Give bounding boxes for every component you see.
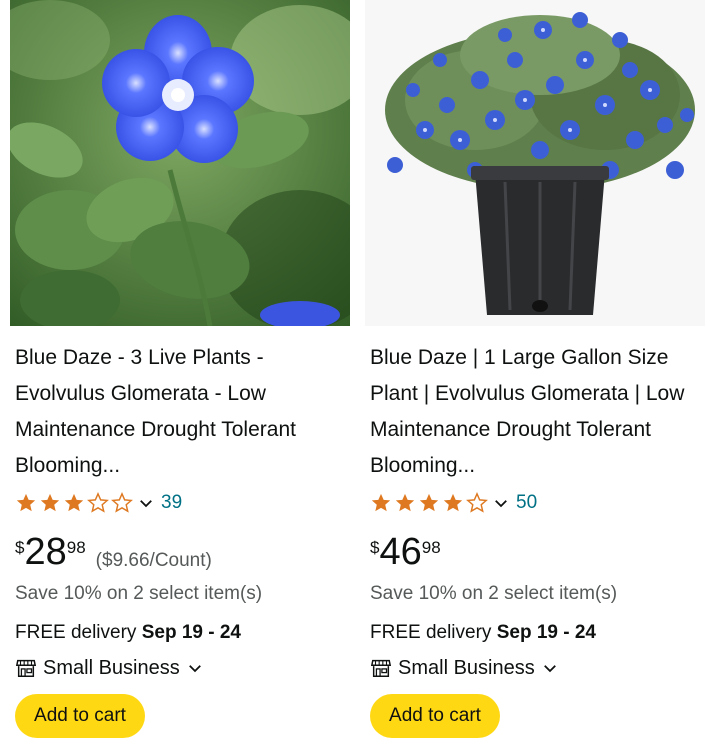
storefront-icon [15, 659, 37, 677]
delivery-info: FREE delivery Sep 19 - 24 [15, 622, 241, 644]
product-card: Blue Daze - 3 Live Plants - Evolvulus Gl… [10, 0, 350, 750]
product-card: Blue Daze | 1 Large Gallon Size Plant | … [365, 0, 705, 750]
product-image[interactable] [10, 0, 350, 326]
rating[interactable]: 50 [370, 488, 537, 518]
product-image[interactable] [365, 0, 705, 326]
star-full-icon [443, 493, 463, 512]
delivery-label: FREE delivery [370, 622, 497, 643]
review-count-link[interactable]: 39 [161, 492, 182, 514]
small-business-badge[interactable]: Small Business [370, 655, 559, 681]
price: $ 28 98 ($9.66/Count) [15, 532, 212, 576]
promo-text: Save 10% on 2 select item(s) [370, 583, 618, 604]
product-title[interactable]: Blue Daze - 3 Live Plants - Evolvulus Gl… [15, 340, 345, 484]
flower-closeup-illustration [10, 0, 350, 326]
product-title[interactable]: Blue Daze | 1 Large Gallon Size Plant | … [370, 340, 700, 484]
delivery-date: Sep 19 - 24 [496, 622, 596, 643]
star-empty-icon [87, 492, 109, 513]
review-count-link[interactable]: 50 [516, 492, 537, 514]
storefront-icon [370, 659, 392, 677]
star-full-icon [40, 493, 60, 512]
add-to-cart-button[interactable]: Add to cart [15, 694, 145, 738]
chevron-down-icon [188, 665, 201, 673]
star-full-icon [371, 493, 391, 512]
price-currency: $ [370, 538, 380, 557]
potted-plant-illustration [365, 0, 705, 326]
price-whole: 28 [24, 531, 67, 573]
star-empty-icon [466, 492, 488, 513]
star-rating [370, 492, 490, 514]
delivery-label: FREE delivery [15, 622, 142, 643]
chevron-down-icon[interactable] [492, 494, 510, 512]
chevron-down-icon[interactable] [137, 494, 155, 512]
price-currency: $ [15, 538, 25, 557]
price-fraction: 98 [66, 538, 86, 557]
price-fraction: 98 [421, 538, 441, 557]
rating[interactable]: 39 [15, 488, 182, 518]
unit-price: ($9.66/Count) [95, 550, 212, 571]
price-whole: 46 [379, 531, 422, 573]
star-empty-icon [111, 492, 133, 513]
delivery-date: Sep 19 - 24 [141, 622, 241, 643]
price: $ 46 98 [370, 532, 441, 576]
product-grid: Blue Daze - 3 Live Plants - Evolvulus Gl… [0, 0, 720, 750]
small-business-label: Small Business [398, 656, 535, 679]
star-full-icon [16, 493, 36, 512]
star-full-icon [419, 493, 439, 512]
small-business-label: Small Business [43, 656, 180, 679]
small-business-badge[interactable]: Small Business [15, 655, 204, 681]
chevron-down-icon [543, 665, 556, 673]
delivery-info: FREE delivery Sep 19 - 24 [370, 622, 596, 644]
star-full-icon [64, 493, 84, 512]
star-full-icon [395, 493, 415, 512]
promo-text: Save 10% on 2 select item(s) [15, 583, 263, 604]
add-to-cart-button[interactable]: Add to cart [370, 694, 500, 738]
star-rating [15, 492, 135, 514]
